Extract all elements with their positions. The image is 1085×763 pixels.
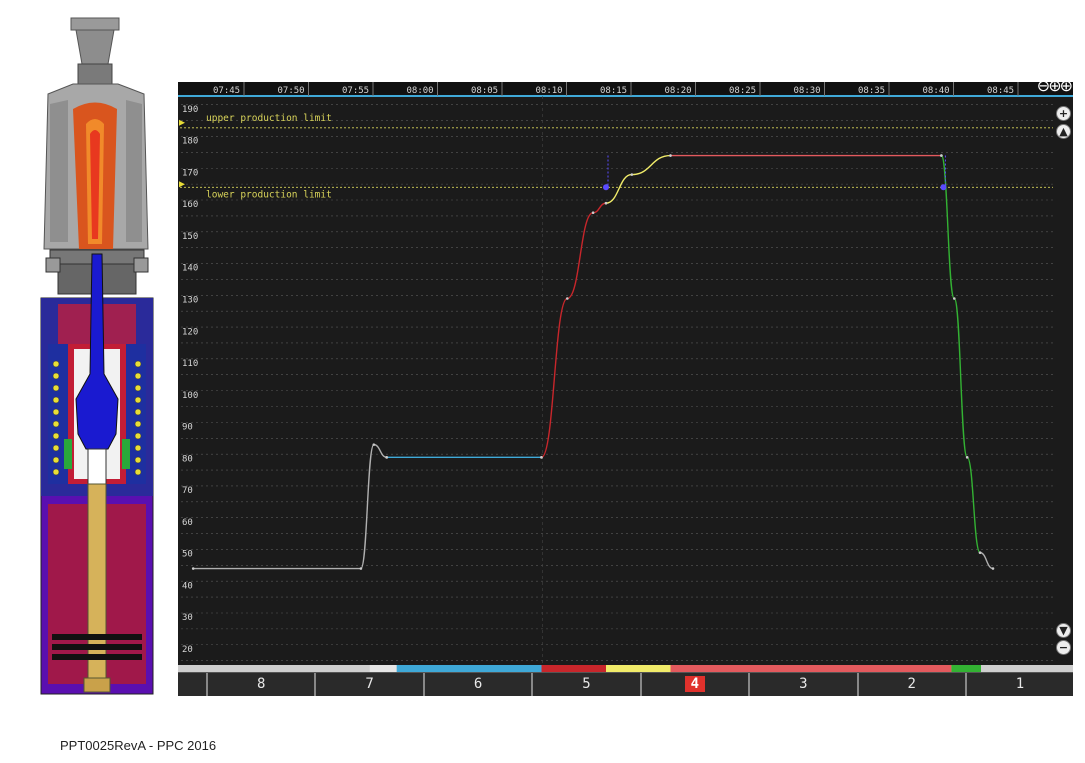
y-tick-label: 160 [182,200,198,210]
step-label: 3 [799,676,808,692]
phase-segment [396,665,542,672]
step-label: 2 [907,676,916,692]
time-tick-label: 08:20 [665,86,692,96]
series-point [604,201,608,205]
step-label: 1 [1015,676,1025,692]
y-tick-label: 60 [182,518,193,528]
series-point [991,567,995,570]
zoom-out-icon[interactable]: − [1056,640,1071,655]
phase-segment [951,665,981,672]
series-point [669,154,672,157]
y-tick-label: 170 [182,168,198,178]
phase-segment [606,665,671,672]
series-line [540,202,607,459]
process-monitor-screen: 07:45 07:50 07:55 08:00 08:05 08:10 08:15 08:20… [178,76,1073,696]
series-point [359,567,363,570]
step-selector-bar: 8 7 6 5 4 3 2 1 [178,672,1073,696]
phase-segment [541,665,606,672]
injection-unit-diagram [40,17,154,695]
phase-segment [369,665,397,672]
step-button-5[interactable]: 5 [531,673,639,696]
scroll-up-icon[interactable]: ▲ [1056,124,1071,139]
y-tick-label: 180 [182,137,198,147]
temperature-chart: 07:45 07:50 07:55 08:00 08:05 08:10 08:15 08:20… [178,82,1073,672]
y-tick-label: 50 [182,550,193,560]
step-button-3[interactable]: 3 [748,673,856,696]
y-tick-label: 90 [182,423,193,433]
series-point [372,443,376,446]
time-tick-label: 07:55 [342,86,369,96]
y-tick-label: 80 [182,454,193,464]
y-tick-label: 110 [182,359,198,369]
toolbar-icons[interactable]: ⊖⊕⊕ [1037,76,1073,95]
series-point [591,211,595,215]
lower-limit-label: lower production limit [206,189,332,200]
y-tick-label: 20 [182,645,193,655]
y-tick-label: 190 [182,105,198,115]
document-footer: PPT0025RevA - PPC 2016 [60,738,217,753]
step-button-blank[interactable] [178,673,206,696]
setpoint-dot [940,184,947,191]
time-tick-label: 08:10 [536,86,563,96]
series-point [978,551,982,554]
series-point [965,456,969,459]
series-point [566,297,569,300]
time-tick-label: 08:40 [923,86,950,96]
series-line [193,443,387,570]
series-point [940,154,943,157]
series-point [630,173,634,176]
step-label: 6 [473,676,483,692]
series-point [953,297,956,300]
y-tick-label: 30 [182,613,193,623]
time-tick-label: 07:45 [213,86,240,96]
step-button-6[interactable]: 6 [422,673,531,696]
time-tick-label: 08:35 [858,86,885,96]
series-point [191,567,195,570]
phase-segment [670,665,952,672]
step-button-2[interactable]: 2 [856,673,965,696]
step-button-7[interactable]: 7 [314,673,422,696]
series-point [385,456,388,459]
y-tick-label: 40 [182,581,193,591]
step-label: 4 [684,676,706,692]
step-button-8[interactable]: 8 [206,673,314,696]
zoom-in-icon[interactable]: + [1056,106,1071,121]
step-label: 7 [365,676,374,692]
y-tick-label: 100 [182,391,198,401]
y-tick-label: 130 [182,295,198,305]
time-tick-label: 08:30 [794,86,821,96]
time-tick-label: 08:25 [729,86,756,96]
y-tick-label: 140 [182,264,198,274]
series-line [979,551,994,570]
step-label: 8 [256,676,266,692]
upper-limit-label: upper production limit [206,113,332,124]
y-tick-label: 120 [182,327,198,337]
step-button-4[interactable]: 4 [639,673,748,696]
time-tick-label: 07:50 [278,86,305,96]
step-label: 5 [582,676,591,692]
series-line [940,154,981,554]
scroll-down-icon[interactable]: ▼ [1056,623,1071,638]
time-tick-label: 08:00 [407,86,434,96]
setpoint-dot [603,184,609,191]
time-tick-label: 08:15 [600,86,627,96]
series-line [605,154,671,204]
time-tick-label: 08:45 [987,86,1014,96]
time-tick-label: 08:05 [471,86,498,96]
lower-limit-marker [179,181,185,188]
y-tick-label: 150 [182,232,198,242]
series-point [540,456,543,459]
y-tick-label: 70 [182,486,193,496]
step-button-1[interactable]: 1 [964,673,1073,696]
